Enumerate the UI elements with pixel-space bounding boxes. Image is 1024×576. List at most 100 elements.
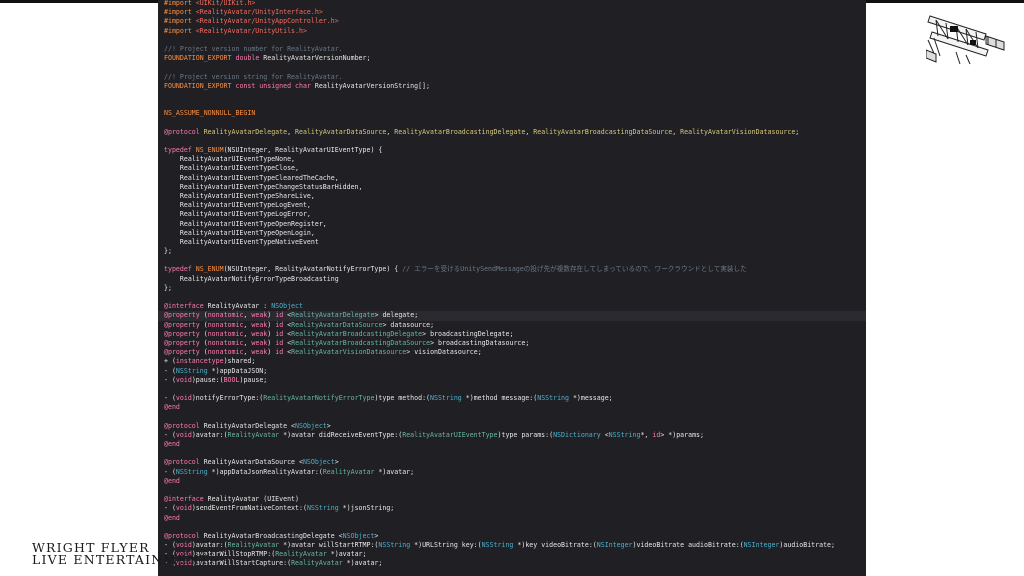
code-line[interactable]: - (void)avatar:(RealityAvatar *)avatar d… [164, 431, 864, 440]
code-line[interactable] [164, 100, 864, 109]
code-line[interactable]: @end [164, 477, 864, 486]
code-line[interactable]: @property (nonatomic, weak) id <RealityA… [164, 339, 864, 348]
code-line[interactable] [164, 523, 864, 532]
code-line[interactable]: - (void)sendEventFromNativeContext:(NSSt… [164, 504, 864, 513]
code-token: @end [164, 476, 180, 485]
code-line[interactable]: @protocol RealityAvatarBroadcastingDeleg… [164, 532, 864, 541]
code-token: *)appDataJSON; [211, 366, 268, 375]
code-line[interactable]: RealityAvatarUIEventTypeOpenRegister, [164, 220, 864, 229]
code-token: *)URLString key:( [414, 541, 482, 550]
code-token: RealityAvatarUIEventTypeLogEvent, [164, 201, 311, 210]
code-line[interactable] [164, 137, 864, 146]
code-line[interactable]: //! Project version number for RealityAv… [164, 45, 864, 54]
code-token: *)avatar; [330, 550, 367, 559]
code-line[interactable] [164, 293, 864, 302]
code-line[interactable]: - (void)pause:(BOOL)pause; [164, 376, 864, 385]
code-line[interactable]: - (void)avatarWillStartCapture:(RealityA… [164, 559, 864, 568]
code-token: )notifyErrorType:( [191, 394, 264, 403]
code-token: RealityAvatarDelegate [203, 127, 288, 136]
code-line[interactable]: - (void)notifyErrorType:(RealityAvatarNo… [164, 394, 864, 403]
code-token: NSString [430, 394, 466, 403]
code-token: @end [164, 403, 180, 412]
code-line[interactable]: RealityAvatarUIEventTypeNone, [164, 155, 864, 164]
code-token: BOOL [223, 375, 240, 384]
code-token: @property [164, 320, 204, 329]
code-line[interactable]: @end [164, 514, 864, 523]
code-line[interactable]: #import <RealityAvatar/UnityInterface.h> [164, 8, 864, 17]
code-line[interactable]: typedef NS_ENUM(NSUInteger, RealityAvata… [164, 265, 864, 274]
code-token: NSObject [295, 421, 327, 430]
code-line[interactable]: RealityAvatarUIEventTypeLogError, [164, 210, 864, 219]
code-line[interactable]: #import <RealityAvatar/UnityAppControlle… [164, 17, 864, 26]
code-token: RealityAvatarUIEventTypeOpenLogin, [164, 228, 315, 237]
code-line[interactable]: NS_ASSUME_NONNULL_BEGIN [164, 109, 864, 118]
code-token: FOUNDATION_EXPORT [164, 54, 236, 63]
code-line[interactable]: FOUNDATION_EXPORT const unsigned char Re… [164, 82, 864, 91]
code-token: NSObject [342, 531, 375, 540]
code-line[interactable]: RealityAvatarUIEventTypeClearedTheCache, [164, 174, 864, 183]
code-token: <UIKit/UIKit.h> [195, 0, 256, 7]
code-listing[interactable]: #import <UIKit/UIKit.h> #import <RealityA… [158, 0, 866, 569]
code-line[interactable]: @interface RealityAvatar (UIEvent) [164, 495, 864, 504]
code-line[interactable]: - (void)avatar:(RealityAvatar *)avatar w… [164, 541, 864, 550]
code-line[interactable]: RealityAvatarUIEventTypeClose, [164, 164, 864, 173]
code-line[interactable]: @protocol RealityAvatarDataSource <NSObj… [164, 458, 864, 467]
code-token: - ( [164, 366, 176, 375]
code-token: RealityAvatarDataSource [291, 320, 383, 329]
code-token: *, [640, 430, 653, 439]
code-line[interactable]: @protocol RealityAvatarDelegate, Reality… [164, 128, 864, 137]
code-token: #import [164, 26, 196, 35]
code-line[interactable] [164, 63, 864, 72]
code-line[interactable]: RealityAvatarUIEventTypeShareLive, [164, 192, 864, 201]
code-token: const unsigned char [235, 81, 315, 90]
code-token: RealityAvatarBroadcastingDelegate < [203, 531, 343, 540]
code-line[interactable] [164, 486, 864, 495]
code-line[interactable]: - (NSString *)appDataJsonRealityAvatar:(… [164, 468, 864, 477]
code-line[interactable] [164, 118, 864, 127]
code-token: weak [251, 348, 268, 357]
code-line[interactable] [164, 449, 864, 458]
code-token: NSString [537, 394, 573, 403]
code-line[interactable]: }; [164, 247, 864, 256]
code-line[interactable] [164, 36, 864, 45]
code-line[interactable] [164, 91, 864, 100]
code-line[interactable]: @property (nonatomic, weak) id <RealityA… [164, 348, 864, 357]
code-editor[interactable]: #import <UIKit/UIKit.h> #import <RealityA… [158, 0, 866, 576]
code-token: RealityAvatar (UIEvent) [207, 495, 299, 504]
code-line[interactable]: @interface RealityAvatar : NSObject [164, 302, 864, 311]
code-line[interactable] [164, 385, 864, 394]
code-token: RealityAvatarBroadcastingDataSource [291, 338, 431, 347]
code-line[interactable]: @end [164, 403, 864, 412]
code-line[interactable] [164, 412, 864, 421]
code-line[interactable]: - (NSString *)appDataJSON; [164, 367, 864, 376]
code-token: RealityAvatarUIEventTypeClearedTheCache, [164, 173, 339, 182]
code-token: nonatomic [207, 320, 244, 329]
code-line[interactable]: RealityAvatarUIEventTypeLogEvent, [164, 201, 864, 210]
code-line[interactable]: }; [164, 284, 864, 293]
code-token: *)avatar didReceiveEventType:( [283, 430, 403, 439]
code-line[interactable]: @protocol RealityAvatarDelegate <NSObjec… [164, 422, 864, 431]
code-line[interactable]: @property (nonatomic, weak) id <RealityA… [164, 330, 864, 339]
code-line[interactable]: RealityAvatarUIEventTypeChangeStatusBarH… [164, 183, 864, 192]
code-line[interactable]: @property (nonatomic, weak) id <RealityA… [158, 311, 866, 321]
code-token: FOUNDATION_EXPORT [164, 81, 236, 90]
code-token: - ( [164, 504, 176, 513]
code-token: instancetype [175, 357, 224, 366]
code-token: <RealityAvatar/UnityInterface.h> [195, 8, 323, 17]
code-line[interactable]: - (void)avatarWillStopRTMP:(RealityAvata… [164, 550, 864, 559]
code-line[interactable]: #import <UIKit/UIKit.h> [164, 0, 864, 8]
code-line[interactable]: RealityAvatarUIEventTypeNativeEvent [164, 238, 864, 247]
code-line[interactable]: RealityAvatarUIEventTypeOpenLogin, [164, 229, 864, 238]
code-token: //! Project version string for RealityAv… [164, 72, 343, 81]
code-line[interactable]: #import <RealityAvatar/UnityUtils.h> [164, 27, 864, 36]
code-line[interactable]: + (instancetype)shared; [164, 357, 864, 366]
code-line[interactable]: @end [164, 440, 864, 449]
code-line[interactable]: typedef NS_ENUM(NSUInteger, RealityAvata… [164, 146, 864, 155]
code-line[interactable]: RealityAvatarNotifyErrorTypeBroadcasting [164, 275, 864, 284]
code-line[interactable]: //! Project version string for RealityAv… [164, 73, 864, 82]
code-token: RealityAvatarUIEventType [402, 430, 498, 439]
code-line[interactable]: @property (nonatomic, weak) id <RealityA… [164, 321, 864, 330]
code-token: - ( [164, 430, 176, 439]
code-token: nonatomic [207, 338, 244, 347]
code-line[interactable]: FOUNDATION_EXPORT double RealityAvatarVe… [164, 54, 864, 63]
